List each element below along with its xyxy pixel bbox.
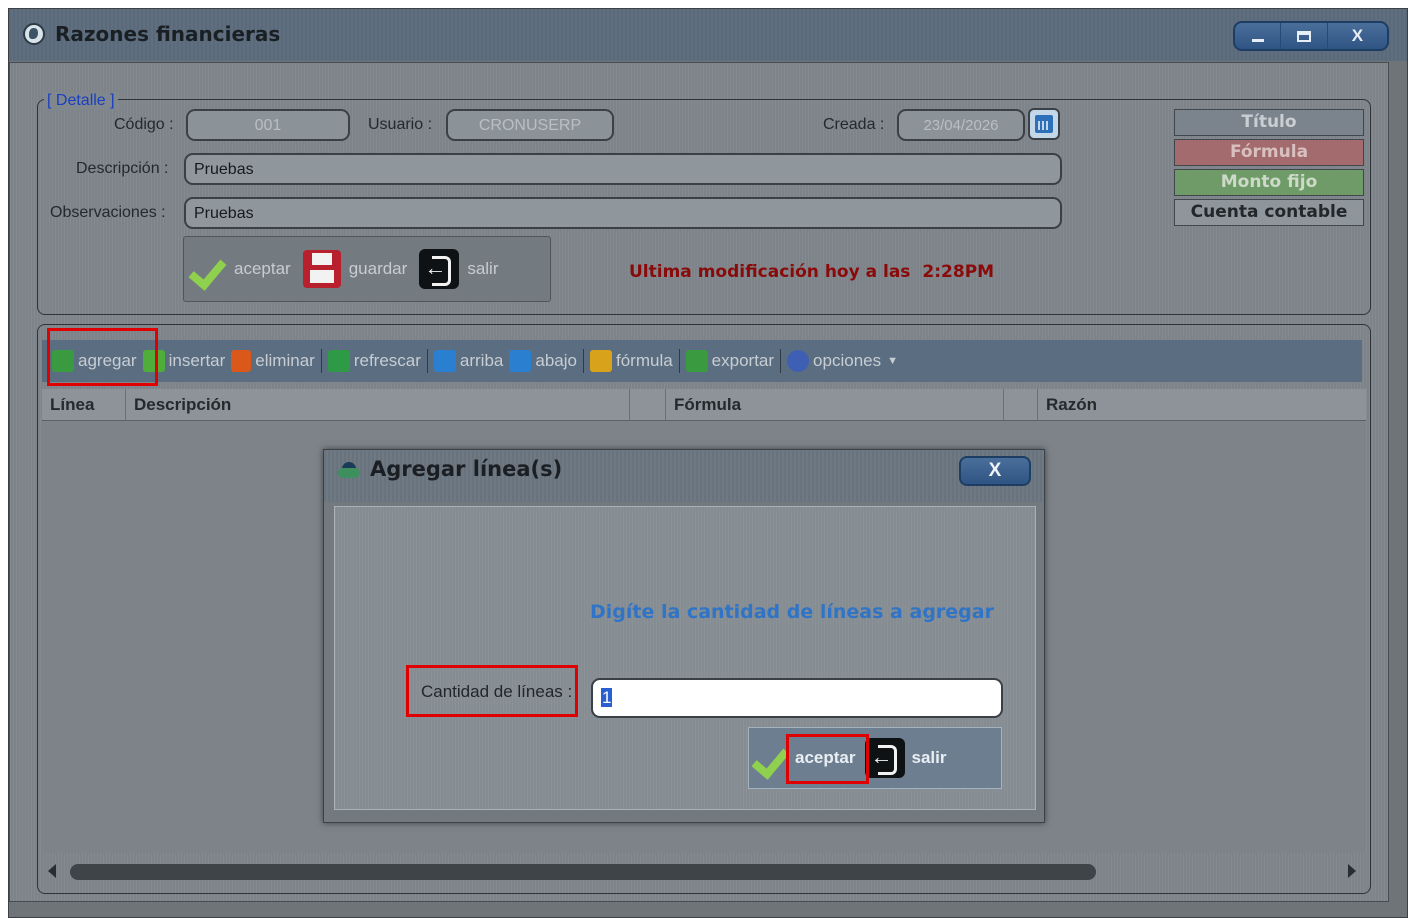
calendar-icon[interactable] [1028,108,1060,140]
cantidad-input[interactable]: 1 [591,678,1003,718]
toolbar-abajo[interactable]: abajo [509,350,577,372]
cloud-icon [338,462,360,478]
check-icon [188,250,226,288]
title-bar[interactable]: Razones financieras X [9,9,1407,61]
save-icon [302,250,341,288]
column-spacer [630,389,666,420]
guardar-button[interactable]: guardar [302,250,408,288]
dialog-title-bar[interactable]: Agregar línea(s) X [324,450,1044,502]
dialog-close-button[interactable]: X [959,456,1031,486]
usuario-label: Usuario : [368,116,433,133]
dialog-title: Agregar línea(s) [370,457,563,481]
highlight-cantidad [406,665,578,717]
horizontal-scrollbar[interactable] [42,858,1366,886]
toolbar-arriba[interactable]: arriba [433,350,504,372]
toolbar-separator [426,349,428,373]
legend-cuenta-contable: Cuenta contable [1174,199,1364,226]
exit-icon [419,249,460,289]
column-spacer [1004,389,1038,420]
toolbar-formula-label: fórmula [615,351,673,370]
detail-button-bar: aceptar guardar salir [183,236,551,302]
toolbar-refrescar-label: refrescar [353,351,421,370]
salir-button[interactable]: salir [419,249,498,289]
cantidad-value: 1 [601,688,613,707]
column-formula[interactable]: Fórmula [666,389,1004,420]
grid-header: Línea Descripción Fórmula Razón [42,389,1366,421]
toolbar-separator [780,349,782,373]
column-descripcion[interactable]: Descripción [126,389,630,420]
observaciones-label: Observaciones : [50,204,166,221]
trash-icon [231,350,252,372]
toolbar-opciones[interactable]: opciones ▼ [787,350,898,372]
aceptar-label: aceptar [234,259,291,278]
toolbar-exportar[interactable]: exportar [685,350,775,372]
toolbar-formula[interactable]: fórmula [589,350,673,372]
last-modified-prefix: Ultima modificación hoy a las [629,262,911,282]
export-icon [685,350,708,372]
dialog-salir-button[interactable]: salir [865,738,946,778]
guardar-label: guardar [348,259,408,278]
usuario-field[interactable]: CRONUSERP [446,109,614,141]
formula-icon [589,350,612,372]
globe-icon [23,23,45,45]
exit-icon [865,738,906,778]
detail-legend: [ Detalle ] [44,92,118,110]
chevron-down-icon: ▼ [887,355,898,367]
toolbar-opciones-label: opciones [813,351,882,370]
check-icon [751,739,789,777]
observaciones-field[interactable]: Pruebas [184,197,1062,229]
salir-label: salir [467,259,499,278]
toolbar-separator [320,349,322,373]
last-modified-time: 2:28PM [922,262,995,282]
codigo-field[interactable]: 001 [186,109,350,141]
toolbar-exportar-label: exportar [711,351,775,370]
maximize-icon [1297,30,1312,42]
legend-monto-fijo: Monto fijo [1174,169,1364,196]
scroll-right-icon[interactable] [1348,864,1356,878]
minimize-icon [1251,38,1264,42]
legend-titulo: Título [1174,109,1364,136]
column-linea[interactable]: Línea [42,389,126,420]
aceptar-button[interactable]: aceptar [188,250,291,288]
descripcion-label: Descripción : [76,160,169,177]
scroll-left-icon[interactable] [48,864,56,878]
highlight-agregar [47,328,158,386]
toolbar-eliminar[interactable]: eliminar [231,350,315,372]
creada-label: Creada : [823,116,885,133]
maximize-button[interactable] [1281,23,1328,49]
legend-formula: Fórmula [1174,139,1364,166]
toolbar-eliminar-label: eliminar [255,351,315,370]
codigo-label: Código : [114,116,174,133]
toolbar-separator [582,349,584,373]
grid-toolbar: agregar insertar eliminar refrescar arri… [42,340,1362,382]
toolbar-abajo-label: abajo [535,351,577,370]
minimize-button[interactable] [1235,23,1282,49]
creada-date-field[interactable]: 23/04/2026 [897,109,1025,141]
scrollbar-thumb[interactable] [70,864,1096,880]
arrow-down-icon [509,350,532,372]
descripcion-field[interactable]: Pruebas [184,153,1062,185]
refresh-icon [327,350,350,372]
toolbar-refrescar[interactable]: refrescar [327,350,421,372]
options-icon [787,350,810,372]
highlight-dialog-aceptar [786,734,869,784]
window-controls: X [1233,21,1389,51]
dialog-message: Digíte la cantidad de líneas a agregar [590,601,994,623]
column-razon[interactable]: Razón [1038,389,1338,420]
toolbar-separator [678,349,680,373]
window-title: Razones financieras [55,22,281,46]
arrow-up-icon [433,350,456,372]
last-modified-text: Ultima modificación hoy a las 2:28PM [629,262,994,282]
toolbar-arriba-label: arriba [459,351,504,370]
toolbar-insertar-label: insertar [168,351,226,370]
close-button[interactable]: X [1328,23,1387,49]
dialog-salir-label: salir [911,748,947,767]
